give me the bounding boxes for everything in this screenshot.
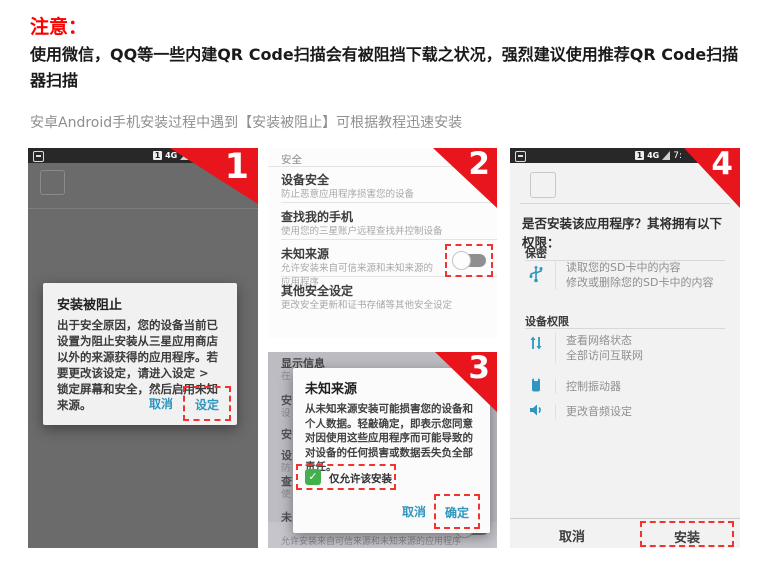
step-badge: 2 xyxy=(433,148,497,208)
step4-screenshot: 1 4G 7: 是否安装该应用程序？其将拥有以下权限： 保密 读取您的SD卡中的… xyxy=(510,148,740,548)
dialog-title: 未知来源 xyxy=(305,378,357,397)
sd-card-icon xyxy=(33,151,44,162)
permission-line: 更改音频设定 xyxy=(566,404,632,419)
network-type-label: 4G xyxy=(165,151,177,160)
install-button[interactable]: 安装 xyxy=(642,527,732,546)
dimmed-text: 使 xyxy=(281,486,291,500)
divider xyxy=(281,202,497,203)
notification-badge: 1 xyxy=(153,151,162,160)
dimmed-text: 设 xyxy=(281,405,291,419)
speaker-icon xyxy=(527,401,545,419)
step3-screenshot: 显示信息 在 安 设 安 设 防 查 使 未 允许安装来自可信来源和未知来源的应… xyxy=(268,352,497,548)
step1-screenshot: 1 4G 7: 安装被阻止 出于安全原因，您的设备当前已设置为阻止安装从三星应用… xyxy=(28,148,258,548)
permission-line: 查看网络状态 xyxy=(566,333,643,348)
permission-lines: 更改音频设定 xyxy=(555,404,632,419)
step2-screenshot: 安全 设备安全 防止恶意应用程序损害您的设备 查找我的手机 使用您的三星账户远程… xyxy=(268,148,497,338)
notice-label: 注意： xyxy=(30,12,87,39)
confirm-button[interactable]: 确定 xyxy=(445,506,469,520)
signal-icon xyxy=(662,151,670,160)
settings-button[interactable]: 设定 xyxy=(195,398,219,412)
checkbox-label: 仅允许该安装 xyxy=(329,471,392,486)
step-badge: 4 xyxy=(684,148,740,208)
highlight-box: ✓ 仅允许该安装 xyxy=(296,464,396,490)
warning-text: 使用微信，QQ等一些内建QR Code扫描会有被阻挡下载之状况，强烈建议使用推荐… xyxy=(30,42,746,94)
network-type-label: 4G xyxy=(647,151,659,160)
permission-lines: 读取您的SD卡中的内容 修改或删除您的SD卡中的内容 xyxy=(555,260,713,290)
step-number: 2 xyxy=(468,149,490,180)
divider xyxy=(525,328,725,329)
dimmed-app-icon xyxy=(40,170,65,195)
step-number: 4 xyxy=(711,149,733,180)
vibration-icon xyxy=(527,376,545,394)
dimmed-text: 在 xyxy=(281,368,291,382)
tutorial-page: 注意： 使用微信，QQ等一些内建QR Code扫描会有被阻挡下载之状况，强烈建议… xyxy=(0,0,767,570)
dimmed-divider xyxy=(28,208,258,209)
permission-lines: 控制振动器 xyxy=(555,379,621,394)
usb-icon xyxy=(527,265,545,283)
cancel-button[interactable]: 取消 xyxy=(149,395,173,412)
unknown-sources-dialog: 未知来源 从未知来源安装可能损害您的设备和个人数据。轻敲确定，即表示您同意对因使… xyxy=(293,368,490,533)
cancel-button[interactable]: 取消 xyxy=(532,526,612,545)
highlight-box: 设定 xyxy=(183,386,231,421)
network-state-icon xyxy=(527,334,545,352)
dimmed-text: 防 xyxy=(281,460,291,474)
permission-lines: 查看网络状态 全部访问互联网 xyxy=(555,333,643,363)
install-question: 是否安装该应用程序？其将拥有以下权限： xyxy=(522,213,732,251)
dimmed-text: 允许安装来自可信来源和未知来源的应用程序 xyxy=(281,534,461,547)
step-number: 3 xyxy=(468,353,490,384)
highlight-box: 确定 xyxy=(434,494,480,529)
permission-line: 读取您的SD卡中的内容 xyxy=(566,260,713,275)
status-icons: 1 4G 7: xyxy=(635,150,682,161)
notification-badge: 1 xyxy=(635,151,644,160)
checkbox-checked[interactable]: ✓ xyxy=(305,469,321,485)
step-badge: 1 xyxy=(170,148,258,204)
row-subtitle: 防止恶意应用程序损害您的设备 xyxy=(281,186,414,200)
divider xyxy=(281,239,497,240)
unknown-sources-toggle[interactable] xyxy=(452,250,486,270)
clock-label: 7: xyxy=(673,151,682,161)
section-header: 设备权限 xyxy=(525,313,569,329)
step-number: 1 xyxy=(225,150,249,185)
section-header: 保密 xyxy=(525,245,547,261)
install-blocked-dialog: 安装被阻止 出于安全原因，您的设备当前已设置为阻止安装从三星应用商店以外的来源获… xyxy=(43,283,237,425)
app-icon-placeholder xyxy=(530,172,556,198)
highlight-box: 安装 xyxy=(640,521,734,547)
highlight-box xyxy=(445,244,493,277)
divider xyxy=(510,518,740,519)
row-subtitle: 更改安全更新和证书存储等其他安全设定 xyxy=(281,297,452,311)
sd-card-icon xyxy=(515,151,526,162)
permission-line: 全部访问互联网 xyxy=(566,348,643,363)
dialog-title: 安装被阻止 xyxy=(57,294,122,313)
cancel-button[interactable]: 取消 xyxy=(402,503,426,520)
dimmed-text: 安 xyxy=(281,426,292,442)
security-header: 安全 xyxy=(281,152,302,167)
row-subtitle: 使用您的三星账户远程查找并控制设备 xyxy=(281,223,443,237)
divider xyxy=(520,203,730,204)
permission-line: 控制振动器 xyxy=(566,379,621,394)
tutorial-subtitle: 安卓Android手机安装过程中遇到【安装被阻止】可根据教程迅速安装 xyxy=(30,112,746,132)
permission-line: 修改或删除您的SD卡中的内容 xyxy=(566,275,713,290)
